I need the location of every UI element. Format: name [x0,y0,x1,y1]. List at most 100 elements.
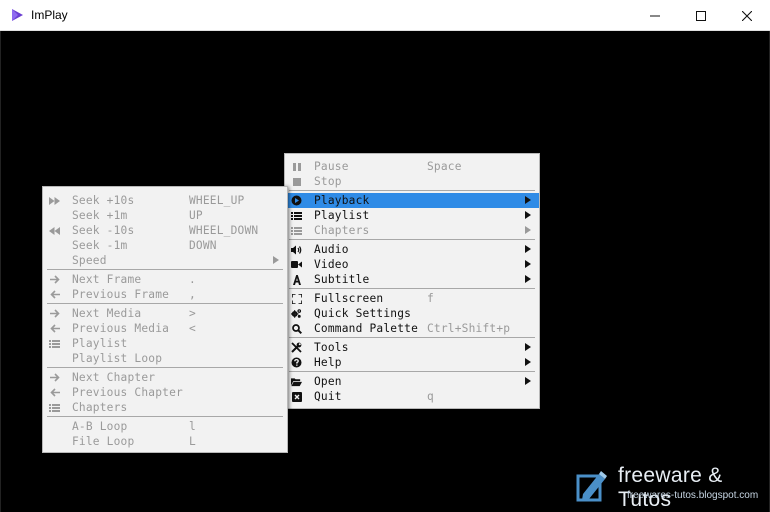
menu-item-label: Seek -1m [72,239,128,252]
menu-item-label: Playlist [72,337,128,350]
menu-item-quit[interactable]: Quit q [285,389,539,404]
menu-item-next-media[interactable]: Next Media > [43,306,287,321]
menu-item-shortcut: Space [427,160,462,173]
submenu-arrow-icon [525,343,531,351]
menu-item-previous-frame[interactable]: Previous Frame , [43,287,287,302]
gears-icon [291,308,302,319]
menu-item-playback[interactable]: Playback [285,193,539,208]
menu-item-chapters[interactable]: Chapters [285,223,539,238]
menu-item-label: Seek -10s [72,224,135,237]
menu-item-video[interactable]: Video [285,257,539,272]
submenu-arrow-icon [525,226,531,234]
menu-item-label: Previous Chapter [72,386,183,399]
list-icon [291,225,302,236]
minimize-button[interactable] [632,0,678,31]
menu-item-shortcut: UP [189,209,203,222]
close-square-icon [291,391,302,402]
forward-icon [49,195,60,206]
watermark-site: freewares-tutos.blogspot.com [627,490,759,501]
menu-item-playlist[interactable]: Playlist [285,208,539,223]
submenu-arrow-icon [525,245,531,253]
menu-item-next-frame[interactable]: Next Frame . [43,272,287,287]
menu-item-stop[interactable]: Stop [285,174,539,189]
menu-item-chapters[interactable]: Chapters [43,400,287,415]
menu-item-label: Stop [314,175,342,188]
menu-item-shortcut: < [189,322,196,335]
menu-item-label: Subtitle [314,273,370,286]
speaker-icon [291,244,302,255]
menu-item-playlist-loop[interactable]: Playlist Loop [43,351,287,366]
playback-submenu: Seek +10s WHEEL_UP Seek +1m UP Seek -10s… [42,186,288,453]
menu-item-ab-loop[interactable]: A-B Loop l [43,419,287,434]
menu-item-label: Quick Settings [314,307,412,320]
menu-item-shortcut: q [427,390,434,403]
menu-item-label: Previous Media [72,322,170,335]
menu-item-audio[interactable]: Audio [285,242,539,257]
arrow-right-icon [49,308,60,319]
menu-item-label: Quit [314,390,342,403]
menu-item-subtitle[interactable]: Subtitle [285,272,539,287]
menu-item-label: Pause [314,160,349,173]
arrow-left-icon [49,387,60,398]
menu-item-pause[interactable]: Pause Space [285,159,539,174]
submenu-arrow-icon [525,211,531,219]
menu-item-quick-settings[interactable]: Quick Settings [285,306,539,321]
menu-item-playlist[interactable]: Playlist [43,336,287,351]
menu-item-label: Seek +10s [72,194,135,207]
menu-item-label: Next Chapter [72,371,156,384]
menu-item-shortcut: > [189,307,196,320]
menu-item-label: Next Frame [72,273,142,286]
menu-item-label: Open [314,375,342,388]
submenu-arrow-icon [525,275,531,283]
menu-item-shortcut: Ctrl+Shift+p [427,322,511,335]
menu-item-label: Speed [72,254,107,267]
menu-item-label: File Loop [72,435,135,448]
menu-item-label: Seek +1m [72,209,128,222]
video-camera-icon [291,259,302,270]
menu-item-seek-forward-1m[interactable]: Seek +1m UP [43,208,287,223]
menu-item-label: Previous Frame [72,288,170,301]
arrow-right-icon [49,372,60,383]
menu-item-label: Tools [314,341,349,354]
menu-item-label: Chapters [72,401,128,414]
expand-icon [291,293,302,304]
stop-icon [291,176,302,187]
menu-item-label: Playlist [314,209,370,222]
menu-item-label: Help [314,356,342,369]
menu-item-open[interactable]: Open [285,374,539,389]
submenu-arrow-icon [273,256,279,264]
submenu-arrow-icon [525,377,531,385]
menu-item-shortcut: WHEEL_DOWN [189,224,259,237]
menu-item-shortcut: DOWN [189,239,217,252]
menu-item-seek-back-1m[interactable]: Seek -1m DOWN [43,238,287,253]
submenu-arrow-icon [525,260,531,268]
menu-item-seek-back-10s[interactable]: Seek -10s WHEEL_DOWN [43,223,287,238]
list-icon [49,402,60,413]
menu-item-fullscreen[interactable]: Fullscreen f [285,291,539,306]
maximize-button[interactable] [678,0,724,31]
menu-item-file-loop[interactable]: File Loop L [43,434,287,449]
menu-item-next-chapter[interactable]: Next Chapter [43,370,287,385]
menu-item-label: Chapters [314,224,370,237]
close-button[interactable] [724,0,770,31]
menu-item-tools[interactable]: Tools [285,340,539,355]
menu-item-command-palette[interactable]: Command Palette Ctrl+Shift+p [285,321,539,336]
menu-item-previous-media[interactable]: Previous Media < [43,321,287,336]
font-icon [291,274,302,285]
context-menu: Pause Space Stop Playback Playlist Chapt… [284,153,540,409]
tools-icon [291,342,302,353]
menu-item-label: Audio [314,243,349,256]
menu-item-label: A-B Loop [72,420,128,433]
menu-item-seek-forward-10s[interactable]: Seek +10s WHEEL_UP [43,193,287,208]
menu-item-label: Video [314,258,349,271]
freeware-tutos-logo-icon [574,466,612,504]
menu-item-help[interactable]: Help [285,355,539,370]
arrow-left-icon [49,289,60,300]
list-icon [291,210,302,221]
menu-item-previous-chapter[interactable]: Previous Chapter [43,385,287,400]
list-icon [49,338,60,349]
menu-item-speed[interactable]: Speed [43,253,287,268]
menu-item-shortcut: . [189,273,196,286]
pause-icon [291,161,302,172]
arrow-right-icon [49,274,60,285]
